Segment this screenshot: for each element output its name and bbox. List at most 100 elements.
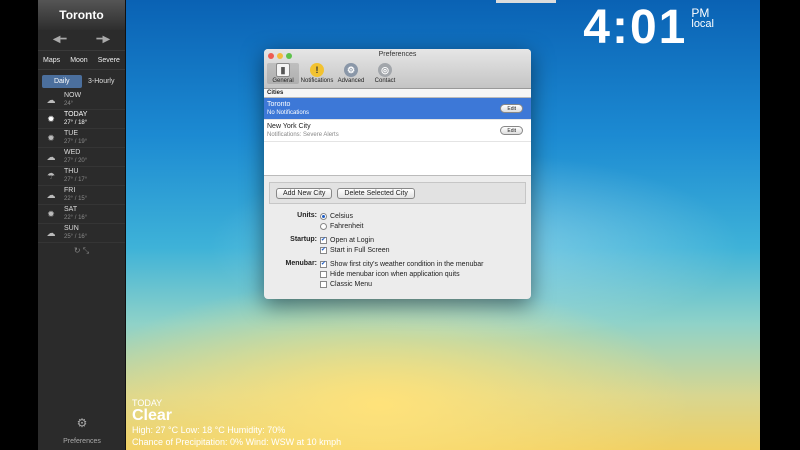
checkmark-icon: ✔ — [320, 236, 327, 244]
city-row[interactable]: New York City Notifications: Severe Aler… — [264, 120, 531, 142]
clock-zone: local — [691, 18, 714, 30]
clock: 4:01 PM local — [583, 4, 714, 52]
cloud-icon: ☁ — [46, 94, 56, 105]
forecast-day[interactable]: ☁ SUN 25° / 16° — [38, 224, 125, 243]
forecast-day[interactable]: ✹ SAT 22° / 16° — [38, 205, 125, 224]
forecast-day[interactable]: ☂ THU 27° / 17° — [38, 167, 125, 186]
tab-maps[interactable]: Maps — [43, 57, 60, 64]
city-actions: Add New City Delete Selected City — [269, 182, 526, 204]
sidebar-small-controls: ↻ ⤡ — [38, 246, 125, 256]
city-name: New York City — [267, 122, 311, 130]
mode-daily[interactable]: Daily — [42, 75, 82, 88]
day-temps: 22° / 16° — [64, 215, 88, 221]
checkbox-classic-menu[interactable]: Classic Menu — [320, 279, 483, 289]
day-temps: 27° / 19° — [64, 139, 88, 145]
day-name: NOW — [64, 92, 82, 99]
day-name: FRI — [64, 187, 76, 194]
arrow-right-icon[interactable]: ━▶ — [97, 32, 111, 48]
preferences-label: Preferences — [63, 438, 101, 445]
radio-fahrenheit[interactable]: Fahrenheit — [320, 221, 363, 231]
city-name: Toronto — [267, 100, 291, 108]
forecast-list: ☁ NOW 24° ✹ TODAY 27° / 18° ✹ TUE 27° / 19°… — [38, 91, 125, 243]
day-name: SUN — [64, 225, 79, 232]
summary-details: High: 27 °C Low: 18 °C Humidity: 70% — [132, 425, 286, 435]
tab-contact[interactable]: ◎ Contact — [369, 63, 401, 84]
city-list: Toronto No Notifications Edit New York C… — [264, 98, 531, 176]
weather-sidebar: Toronto ◀━ ━▶ Maps Moon Severe Daily 3-H… — [38, 0, 126, 450]
letterbox-right — [760, 0, 800, 450]
rain-icon: ☂ — [46, 170, 56, 181]
tab-advanced[interactable]: ⚙ Advanced — [335, 63, 367, 84]
sun-icon: ✹ — [47, 113, 55, 124]
radio-celsius[interactable]: Celsius — [320, 211, 363, 221]
day-temps: 25° / 16° — [64, 234, 88, 240]
day-temps: 24° — [64, 101, 74, 107]
gear-icon: ⚙ — [344, 63, 358, 77]
forecast-day[interactable]: ☁ WED 27° / 20° — [38, 148, 125, 167]
arrow-left-icon[interactable]: ◀━ — [53, 32, 67, 48]
sun-icon: ✹ — [47, 132, 55, 143]
radio-empty-icon — [320, 222, 327, 230]
cities-header: Cities — [264, 89, 531, 98]
summary-condition: Clear — [132, 407, 173, 424]
contact-icon: ◎ — [378, 63, 392, 77]
option-label: Hide menubar icon when application quits — [330, 270, 460, 278]
checkbox-open-at-login[interactable]: ✔ Open at Login — [320, 235, 390, 245]
tab-general[interactable]: ▮ General — [267, 63, 299, 84]
startup-group: Startup: ✔ Open at Login ✔ Start in Full S… — [264, 235, 531, 255]
checkmark-icon: ✔ — [320, 260, 327, 268]
sun-icon: ✹ — [47, 208, 55, 219]
forecast-mode-toggle: Daily 3-Hourly — [42, 75, 121, 88]
checkbox-show-weather[interactable]: ✔ Show first city's weather condition in … — [320, 259, 483, 269]
option-label: Show first city's weather condition in t… — [330, 260, 484, 268]
resize-icon[interactable]: ⤡ — [83, 246, 89, 255]
forecast-day[interactable]: ✹ TUE 27° / 19° — [38, 129, 125, 148]
checkbox-hide-menubar-icon[interactable]: Hide menubar icon when application quits — [320, 269, 483, 279]
day-temps: 22° / 15° — [64, 196, 88, 202]
radio-selected-icon — [320, 212, 327, 220]
top-indicator — [496, 0, 556, 3]
cloud-icon: ☁ — [46, 189, 56, 200]
edit-city-button[interactable]: Edit — [500, 126, 523, 135]
refresh-icon[interactable]: ↻ — [74, 246, 81, 255]
preferences-launcher[interactable]: ⚙ Preferences — [38, 416, 126, 448]
switch-icon: ▮ — [276, 63, 290, 77]
checkmark-icon: ✔ — [320, 246, 327, 254]
forecast-day[interactable]: ✹ TODAY 27° / 18° — [38, 110, 125, 129]
tab-moon[interactable]: Moon — [70, 57, 88, 64]
prefs-toolbar: ▮ General ! Notifications ⚙ Advanced ◎ C… — [267, 63, 401, 84]
weather-summary: TODAY Clear High: 27 °C Low: 18 °C Humid… — [132, 398, 341, 448]
tab-advanced-label: Advanced — [337, 78, 365, 84]
letterbox-left — [0, 0, 38, 450]
city-title[interactable]: Toronto — [38, 0, 125, 30]
cloud-icon: ☁ — [46, 227, 56, 238]
tab-general-label: General — [272, 78, 294, 84]
city-notifications: Notifications: Severe Alerts — [267, 131, 339, 138]
day-temps: 27° / 18° — [64, 120, 88, 126]
menubar-group: Menubar: ✔ Show first city's weather cond… — [264, 259, 531, 289]
preferences-window: Preferences ▮ General ! Notifications ⚙ … — [264, 49, 531, 299]
delete-city-button[interactable]: Delete Selected City — [337, 187, 415, 199]
city-nav: ◀━ ━▶ — [38, 32, 125, 48]
option-label: Start in Full Screen — [330, 246, 390, 254]
window-title: Preferences — [378, 51, 417, 58]
tab-severe[interactable]: Severe — [98, 57, 120, 64]
forecast-day[interactable]: ☁ NOW 24° — [38, 91, 125, 110]
add-city-button[interactable]: Add New City — [276, 187, 333, 199]
edit-city-button[interactable]: Edit — [500, 104, 523, 113]
checkbox-empty-icon — [320, 280, 327, 288]
window-titlebar: Preferences ▮ General ! Notifications ⚙ … — [264, 49, 531, 89]
tab-notifications[interactable]: ! Notifications — [301, 63, 333, 84]
clock-time: 4:01 — [583, 1, 688, 54]
city-notifications: No Notifications — [267, 109, 310, 116]
day-temps: 27° / 17° — [64, 177, 88, 183]
cloud-icon: ☁ — [46, 151, 56, 162]
forecast-day[interactable]: ☁ FRI 22° / 15° — [38, 186, 125, 205]
sidebar-tabs: Maps Moon Severe — [38, 50, 125, 70]
mode-3-hourly[interactable]: 3-Hourly — [82, 75, 122, 88]
menubar-label: Menubar: — [285, 260, 318, 267]
tab-notifications-label: Notifications — [300, 78, 334, 84]
checkbox-full-screen[interactable]: ✔ Start in Full Screen — [320, 245, 390, 255]
summary-precip-wind: Chance of Precipitation: 0% Wind: WSW at… — [132, 437, 342, 447]
city-row[interactable]: Toronto No Notifications Edit — [264, 98, 531, 120]
